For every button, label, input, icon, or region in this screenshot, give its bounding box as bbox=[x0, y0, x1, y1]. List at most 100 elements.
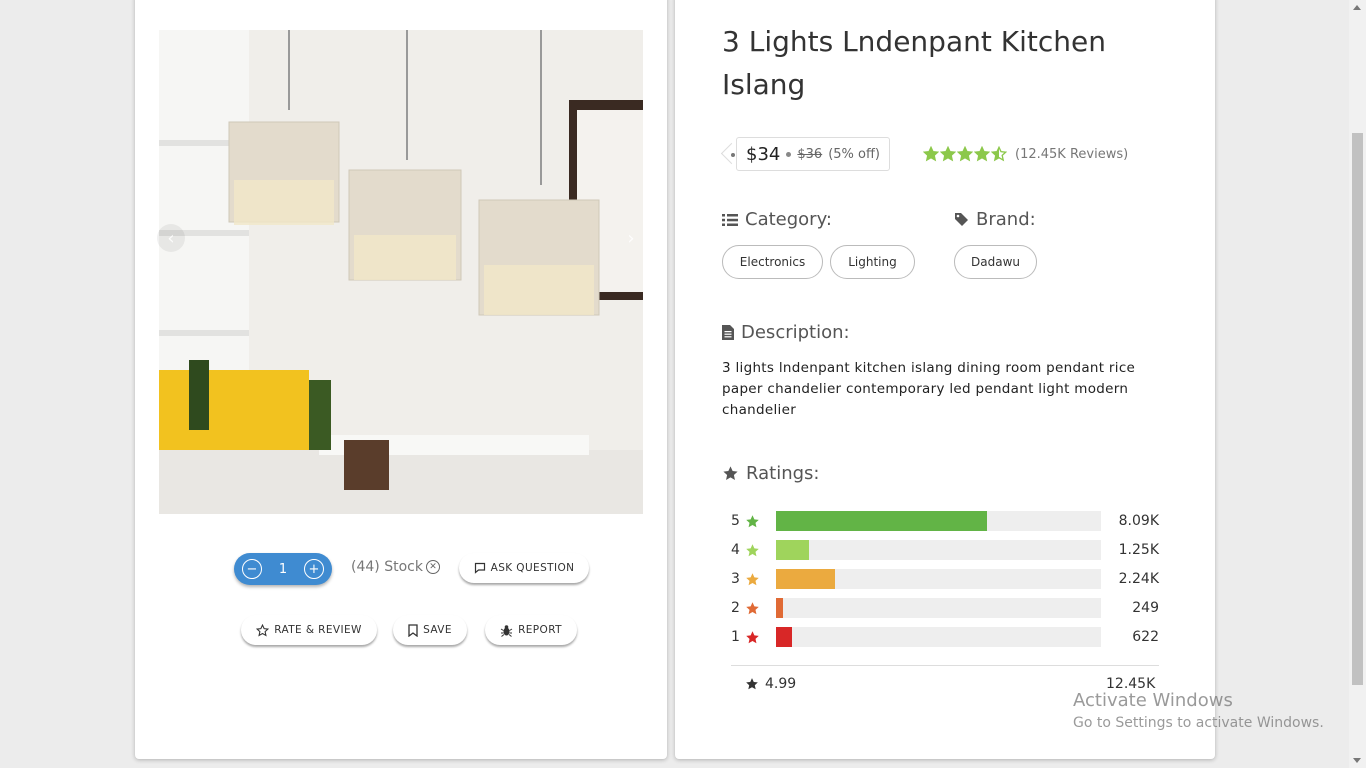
product-title: 3 Lights Lndenpant Kitchen Islang bbox=[722, 25, 1106, 101]
report-button[interactable]: REPORT bbox=[485, 615, 577, 645]
brand-label: Brand: bbox=[976, 209, 1036, 230]
tag-icon bbox=[955, 213, 968, 226]
report-label: REPORT bbox=[518, 624, 562, 636]
rating-star-level: 1 bbox=[731, 629, 740, 645]
rating-row-1: 1 622 bbox=[731, 627, 1161, 647]
star-full-icon bbox=[957, 146, 973, 162]
carousel-prev-button[interactable]: ‹ bbox=[157, 224, 185, 252]
star-icon bbox=[746, 515, 759, 528]
scroll-down-arrow[interactable] bbox=[1353, 758, 1361, 763]
rating-bar-track bbox=[776, 540, 1101, 560]
watermark-title: Activate Windows bbox=[1073, 690, 1233, 711]
bug-icon bbox=[500, 624, 513, 637]
category-tag-lighting[interactable]: Lighting bbox=[830, 245, 915, 279]
product-gallery-card: ‹ › − 1 + (44) Stock ✕ ASK QUESTION RATE… bbox=[135, 0, 667, 759]
discount-label: (5% off) bbox=[828, 146, 880, 162]
rating-bar-track bbox=[776, 598, 1101, 618]
document-icon bbox=[722, 325, 734, 340]
product-photo-illustration bbox=[159, 30, 643, 514]
watermark-subtitle: Go to Settings to activate Windows. bbox=[1073, 715, 1324, 731]
rating-count: 8.09K bbox=[1118, 513, 1159, 529]
star-half-icon bbox=[991, 146, 1007, 162]
quantity-stepper: − 1 + bbox=[234, 553, 332, 585]
product-details-card: 3 Lights Lndenpant Kitchen Islang $34 $3… bbox=[675, 0, 1215, 759]
ratings-label: Ratings: bbox=[746, 463, 820, 484]
quantity-value[interactable]: 1 bbox=[279, 562, 287, 577]
rating-star-level: 2 bbox=[731, 600, 740, 616]
price-tag: $34 $36 (5% off) bbox=[736, 137, 890, 171]
category-heading: Category: bbox=[722, 209, 832, 230]
rating-bar-fill bbox=[776, 540, 809, 560]
minus-icon: − bbox=[246, 561, 258, 577]
description-heading: Description: bbox=[722, 322, 850, 343]
rating-bar-track bbox=[776, 569, 1101, 589]
rating-bar-fill bbox=[776, 627, 793, 647]
original-price: $36 bbox=[797, 146, 823, 162]
rate-review-label: RATE & REVIEW bbox=[274, 624, 362, 636]
plus-icon: + bbox=[308, 561, 320, 577]
list-icon bbox=[722, 213, 738, 226]
brand-heading: Brand: bbox=[954, 209, 1036, 230]
price-tag-hole bbox=[731, 153, 735, 157]
category-label: Category: bbox=[745, 209, 832, 230]
chevron-left-icon: ‹ bbox=[167, 227, 175, 249]
quantity-increase-button[interactable]: + bbox=[304, 559, 324, 579]
windows-activation-watermark: Activate Windows Go to Settings to activ… bbox=[1073, 689, 1324, 733]
rating-count: 2.24K bbox=[1118, 571, 1159, 587]
rating-bar-track bbox=[776, 511, 1101, 531]
reviews-count[interactable]: (12.45K Reviews) bbox=[1015, 147, 1128, 162]
current-price: $34 bbox=[746, 143, 781, 165]
scroll-up-arrow[interactable] bbox=[1353, 5, 1361, 10]
average-rating: 4.99 bbox=[745, 676, 796, 692]
category-tag-electronics[interactable]: Electronics bbox=[722, 245, 823, 279]
stock-count: (44) Stock bbox=[351, 559, 423, 575]
page-scrollbar[interactable] bbox=[1349, 0, 1366, 768]
rating-star-level: 5 bbox=[731, 513, 740, 529]
rating-bar-fill bbox=[776, 511, 988, 531]
ask-question-button[interactable]: ASK QUESTION bbox=[459, 553, 589, 583]
rating-count: 1.25K bbox=[1118, 542, 1159, 558]
category-tag-label: Electronics bbox=[739, 255, 806, 269]
bookmark-icon bbox=[408, 623, 418, 637]
star-icon bbox=[723, 466, 738, 480]
rating-star-level: 3 bbox=[731, 571, 740, 587]
rating-bar-fill bbox=[776, 598, 783, 618]
brand-tag[interactable]: Dadawu bbox=[954, 245, 1037, 279]
chevron-right-icon: › bbox=[627, 227, 635, 249]
product-description: 3 lights lndenpant kitchen islang dining… bbox=[722, 360, 1136, 418]
star-outline-icon bbox=[256, 623, 270, 637]
scrollbar-thumb[interactable] bbox=[1352, 133, 1363, 685]
save-label: SAVE bbox=[423, 624, 452, 636]
rating-row-3: 3 2.24K bbox=[731, 569, 1161, 589]
ratings-heading: Ratings: bbox=[722, 463, 819, 484]
brand-tag-label: Dadawu bbox=[971, 255, 1020, 269]
save-button[interactable]: SAVE bbox=[393, 615, 467, 645]
rating-row-4: 4 1.25K bbox=[731, 540, 1161, 560]
star-icon bbox=[746, 544, 759, 557]
price-separator bbox=[786, 151, 792, 157]
average-rating-value: 4.99 bbox=[765, 676, 797, 692]
carousel-next-button[interactable]: › bbox=[617, 224, 645, 252]
rating-count: 249 bbox=[1132, 600, 1159, 616]
rating-count: 622 bbox=[1132, 629, 1159, 645]
rate-review-button[interactable]: RATE & REVIEW bbox=[241, 615, 377, 645]
star-rating bbox=[923, 146, 1007, 162]
rating-bar-fill bbox=[776, 569, 835, 589]
clear-icon[interactable]: ✕ bbox=[426, 560, 440, 574]
category-tag-label: Lighting bbox=[848, 255, 897, 269]
star-full-icon bbox=[923, 146, 939, 162]
ask-question-label: ASK QUESTION bbox=[490, 562, 575, 574]
quantity-decrease-button[interactable]: − bbox=[242, 559, 262, 579]
star-full-icon bbox=[940, 146, 956, 162]
star-icon bbox=[746, 631, 759, 644]
rating-star-level: 4 bbox=[731, 542, 740, 558]
star-full-icon bbox=[974, 146, 990, 162]
star-icon bbox=[746, 678, 758, 690]
chat-icon bbox=[474, 562, 485, 574]
description-label: Description: bbox=[741, 322, 850, 343]
ratings-divider bbox=[731, 665, 1159, 666]
rating-bar-track bbox=[776, 627, 1101, 647]
star-icon bbox=[746, 602, 759, 615]
rating-row-2: 2 249 bbox=[731, 598, 1161, 618]
star-icon bbox=[746, 573, 759, 586]
